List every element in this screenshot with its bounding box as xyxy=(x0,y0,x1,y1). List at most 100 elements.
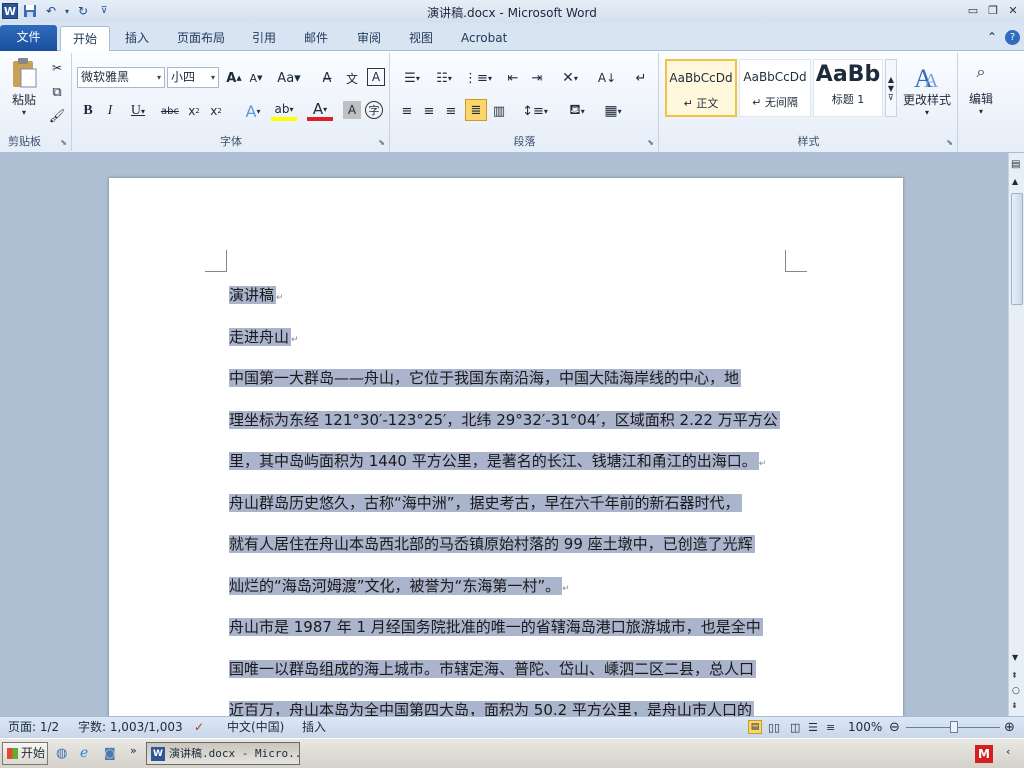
close-icon[interactable]: ✕ xyxy=(1006,3,1020,17)
italic-icon[interactable]: I xyxy=(101,101,119,121)
cut-icon[interactable]: ✂ xyxy=(48,59,66,77)
paragraph-launcher-icon[interactable]: ⬊ xyxy=(647,138,654,147)
tab-home[interactable]: 开始 xyxy=(60,26,111,51)
line-spacing-icon[interactable]: ↕≡ ▾ xyxy=(521,101,549,121)
shrink-font-icon[interactable]: A ▼ xyxy=(247,68,265,88)
document-line[interactable]: 近百万，舟山本岛为全中国第四大岛，面积为 50.2 平方公里，是舟山市人口的 xyxy=(229,689,754,716)
justify-icon[interactable]: ≣ xyxy=(465,99,487,121)
multilevel-list-icon[interactable]: ⋮≡ ▾ xyxy=(463,68,493,88)
internet-explorer-icon[interactable]: ℯ xyxy=(80,745,88,761)
subscript-icon[interactable]: x2 xyxy=(185,101,203,121)
page-count[interactable]: 页面: 1/2 xyxy=(8,717,59,738)
document-line[interactable]: 灿烂的“海岛河姆渡”文化，被誉为“东海第一村”。 ↵ xyxy=(229,565,570,607)
superscript-icon[interactable]: x2 xyxy=(207,101,225,121)
tab-page-layout[interactable]: 页面布局 xyxy=(165,26,237,51)
vertical-scrollbar[interactable]: ▤ ▲ ▼ ⇞ ○ ⇟ xyxy=(1008,153,1024,716)
character-border-icon[interactable]: A xyxy=(367,68,385,86)
ruler-toggle-icon[interactable]: ▤ xyxy=(1011,159,1020,170)
start-button[interactable]: 开始 xyxy=(2,742,48,765)
tab-mailings[interactable]: 邮件 xyxy=(292,26,340,51)
quicklaunch-more-icon[interactable]: » xyxy=(130,744,137,757)
tab-insert[interactable]: 插入 xyxy=(113,26,161,51)
select-browse-object-icon[interactable]: ○ xyxy=(1012,686,1020,696)
bold-icon[interactable]: B xyxy=(79,101,97,121)
help-icon[interactable]: ? xyxy=(1005,30,1020,45)
style-heading-1[interactable]: AaBb 标题 1 xyxy=(813,59,883,117)
font-family-combo[interactable]: 微软雅黑 ▾ xyxy=(77,67,165,88)
document-line[interactable]: 舟山群岛历史悠久，古称“海中洲”，据史考古，早在六千年前的新石器时代， xyxy=(229,482,742,524)
zoom-slider-thumb[interactable] xyxy=(950,721,958,733)
zoom-in-icon[interactable]: ⊕ xyxy=(1004,717,1015,738)
borders-icon[interactable]: ▦ ▾ xyxy=(599,101,627,121)
font-color-icon[interactable]: A ▾ xyxy=(307,100,333,121)
zoom-level[interactable]: 100% xyxy=(848,717,882,738)
taskbar-word-item[interactable]: W 演讲稿.docx - Micro... xyxy=(146,742,300,765)
chinese-layout-icon[interactable]: ✕ ▾ xyxy=(557,68,583,88)
tab-acrobat[interactable]: Acrobat xyxy=(449,26,519,51)
next-page-icon[interactable]: ⇟ xyxy=(1011,701,1018,710)
distributed-icon[interactable]: ▥ xyxy=(489,101,509,121)
tab-review[interactable]: 审阅 xyxy=(345,26,393,51)
highlight-icon[interactable]: ab ▾ xyxy=(271,101,297,121)
clipboard-launcher-icon[interactable]: ⬊ xyxy=(60,138,67,147)
document-line[interactable]: 中国第一大群岛——舟山，它位于我国东南沿海，中国大陆海岸线的中心，地 xyxy=(229,357,742,399)
sort-icon[interactable]: A↓ xyxy=(597,68,617,88)
document-page[interactable]: 演讲稿 ↵ 走进舟山 ↵ 中国第一大群岛——舟山，它位于我国东南沿海，中国大陆海岸线的中… xyxy=(109,178,903,716)
character-shading-icon[interactable]: A xyxy=(343,101,361,119)
phonetic-guide-icon[interactable]: 文 xyxy=(341,68,363,88)
text-effects-icon[interactable]: A ▾ xyxy=(241,101,265,121)
tab-file[interactable]: 文件 xyxy=(0,25,57,51)
zoom-out-icon[interactable]: ⊖ xyxy=(889,717,900,738)
full-screen-reading-icon[interactable]: ▯▯ xyxy=(768,717,780,738)
scroll-up-icon[interactable]: ▲ xyxy=(1012,177,1018,186)
language-indicator[interactable]: 中文(中国) xyxy=(227,717,284,738)
proofing-icon[interactable]: ✓ xyxy=(194,717,204,738)
change-case-icon[interactable]: Aa▾ xyxy=(277,68,301,88)
font-size-combo[interactable]: 小四 ▾ xyxy=(167,67,219,88)
scroll-thumb[interactable] xyxy=(1011,193,1023,305)
format-painter-icon[interactable]: 🖌 xyxy=(48,107,66,125)
change-styles-button[interactable]: AA 更改样式 ▾ xyxy=(900,57,954,121)
document-line[interactable]: 国唯一以群岛组成的海上城市。市辖定海、普陀、岱山、嵊泗二区二县，总人口 xyxy=(229,648,757,690)
document-line[interactable]: 走进舟山 ↵ xyxy=(229,316,299,358)
tab-references[interactable]: 引用 xyxy=(240,26,288,51)
align-right-icon[interactable]: ≡ xyxy=(441,101,461,121)
previous-page-icon[interactable]: ⇞ xyxy=(1011,671,1018,680)
style-normal[interactable]: AaBbCcDd ↵ 正文 xyxy=(665,59,737,117)
print-layout-view-icon[interactable]: ▤ xyxy=(748,720,762,734)
style-no-spacing[interactable]: AaBbCcDd ↵ 无间隔 xyxy=(739,59,811,117)
quicklaunch-app-icon[interactable]: ◍ xyxy=(56,746,67,761)
grow-font-icon[interactable]: A ▲ xyxy=(225,68,243,88)
enclose-characters-icon[interactable]: 字 xyxy=(365,101,383,119)
tray-app-icon[interactable]: M xyxy=(975,745,993,763)
minimize-ribbon-icon[interactable]: ⌃ xyxy=(987,30,997,45)
bullets-icon[interactable]: ☰ ▾ xyxy=(397,68,427,88)
outline-view-icon[interactable]: ☰ xyxy=(808,717,818,738)
increase-indent-icon[interactable]: ⇥ xyxy=(527,68,547,88)
align-center-icon[interactable]: ≡ xyxy=(419,101,439,121)
font-launcher-icon[interactable]: ⬊ xyxy=(378,138,385,147)
shading-icon[interactable]: ⛾ ▾ xyxy=(563,101,591,121)
clear-formatting-icon[interactable]: A̶ xyxy=(317,68,337,88)
draft-view-icon[interactable]: ≡ xyxy=(826,717,835,738)
styles-scroll-icon[interactable]: ▲ ▼ ⊽ xyxy=(885,59,897,117)
paste-button[interactable]: 粘贴 ▾ xyxy=(6,57,42,117)
tab-view[interactable]: 视图 xyxy=(397,26,445,51)
scroll-down-icon[interactable]: ▼ xyxy=(1012,653,1018,662)
styles-launcher-icon[interactable]: ⬊ xyxy=(946,138,953,147)
underline-icon[interactable]: U ▾ xyxy=(125,101,151,121)
document-line[interactable]: 里，其中岛屿面积为 1440 平方公里，是著名的长江、钱塘江和甬江的出海口。 ↵ xyxy=(229,440,766,482)
restore-icon[interactable]: ❐ xyxy=(986,3,1000,17)
show-formatting-marks-icon[interactable]: ↵ xyxy=(631,68,651,88)
copy-icon[interactable]: ⧉ xyxy=(48,83,66,101)
document-line[interactable]: 理坐标为东经 121°30′-123°25′，北纬 29°32′-31°04′，… xyxy=(229,399,780,441)
align-left-icon[interactable]: ≡ xyxy=(397,101,417,121)
document-line[interactable]: 就有人居住在舟山本岛西北部的马岙镇原始村落的 99 座土墩中，已创造了光辉 xyxy=(229,523,755,565)
document-line[interactable]: 舟山市是 1987 年 1 月经国务院批准的唯一的省辖海岛港口旅游城市，也是全中 xyxy=(229,606,763,648)
insert-mode-indicator[interactable]: 插入 xyxy=(302,717,326,738)
editing-button[interactable]: ⌕ 编辑 ▾ xyxy=(965,57,997,121)
web-layout-icon[interactable]: ◫ xyxy=(790,717,800,738)
document-line[interactable]: 演讲稿 ↵ xyxy=(229,274,284,316)
quicklaunch-app2-icon[interactable]: ◙ xyxy=(104,746,116,760)
word-count[interactable]: 字数: 1,003/1,003 xyxy=(78,717,183,738)
